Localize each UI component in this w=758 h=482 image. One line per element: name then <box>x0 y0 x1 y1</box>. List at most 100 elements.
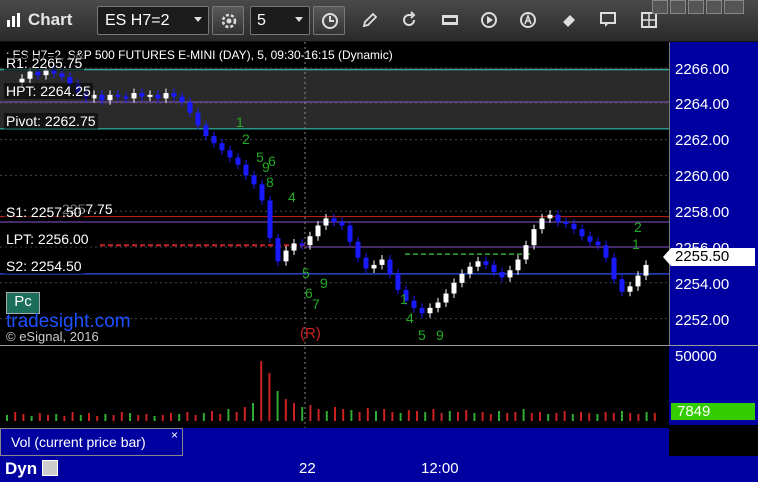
candle-body <box>451 282 457 294</box>
time-tick: 22 <box>299 460 316 477</box>
candle-body <box>595 241 601 246</box>
volume-bar <box>227 409 230 421</box>
volume-bar <box>358 412 361 421</box>
clock-icon <box>322 13 338 29</box>
sequence-marker: 9 <box>436 327 444 343</box>
sequence-marker: 2 <box>634 219 642 235</box>
sequence-marker: 4 <box>288 189 296 205</box>
volume-bar <box>276 391 279 421</box>
dynamic-mode-label[interactable]: Dyn <box>5 459 37 479</box>
symbol-settings-button[interactable] <box>212 6 244 35</box>
volume-bar <box>440 413 443 421</box>
volume-study-legend[interactable]: Vol (current price bar) <box>0 428 183 456</box>
candle-body <box>475 261 481 267</box>
volume-bar <box>391 412 394 421</box>
candle-body <box>315 225 321 237</box>
volume-bar <box>96 416 99 421</box>
volume-bar <box>432 409 435 421</box>
get-icon[interactable] <box>441 11 459 29</box>
candle-body <box>19 78 25 83</box>
candle-body <box>515 259 521 271</box>
volume-bar <box>88 413 90 421</box>
volume-bar <box>178 414 181 421</box>
volume-bar <box>563 411 566 421</box>
volume-bar <box>588 413 591 421</box>
close-window-button[interactable] <box>724 0 744 14</box>
interval-settings-button[interactable] <box>313 6 345 35</box>
candle-body <box>619 279 625 292</box>
tile-window-button[interactable] <box>706 0 722 14</box>
symbol-selector[interactable]: ES H7=2 <box>97 6 209 35</box>
candle-body <box>163 93 169 99</box>
candle-body <box>347 225 353 242</box>
candle-body <box>531 229 537 246</box>
volume-bar <box>194 415 197 421</box>
current-price-tag: 2255.50 <box>663 248 755 266</box>
candle-body <box>27 71 33 79</box>
candle-body <box>411 300 417 308</box>
price-plot[interactable]: 125 69845967 145 921(R) <box>0 42 669 428</box>
volume-bar <box>621 411 623 421</box>
volume-bar <box>186 412 189 421</box>
candle-body <box>427 307 433 314</box>
volume-bar <box>63 416 66 421</box>
volume-bar <box>637 414 640 421</box>
a-icon[interactable] <box>519 11 537 29</box>
volume-bar <box>481 412 484 421</box>
time-axis[interactable] <box>0 456 758 482</box>
candle-body <box>275 238 281 262</box>
lock-icon[interactable] <box>42 460 58 476</box>
volume-bar <box>580 412 582 421</box>
candle-body <box>643 264 649 276</box>
panel-divider[interactable] <box>0 345 669 346</box>
candle-body <box>419 307 425 314</box>
close-icon[interactable]: × <box>171 428 178 442</box>
candle-body <box>307 236 313 246</box>
restore-button[interactable] <box>670 0 686 14</box>
volume-bar <box>252 403 254 421</box>
chevron-down-icon <box>194 17 202 22</box>
volume-bar <box>293 403 295 421</box>
candle-body <box>331 218 337 222</box>
candle-body <box>523 245 529 260</box>
candle-body <box>363 257 369 269</box>
candle-body <box>371 264 377 269</box>
volume-bar <box>22 414 25 421</box>
candle-body <box>507 270 513 278</box>
float-button[interactable] <box>688 0 704 14</box>
copyright-label: © eSignal, 2016 <box>6 329 99 344</box>
volume-bar <box>350 410 353 421</box>
price-tick: 2252.00 <box>675 312 730 329</box>
candle-body <box>139 93 145 97</box>
volume-bar <box>170 413 172 421</box>
comment-icon[interactable] <box>599 11 617 29</box>
volume-bar <box>383 409 386 421</box>
volume-bar <box>317 409 320 421</box>
candle-body <box>435 302 441 308</box>
candle-body <box>251 175 257 185</box>
candle-body <box>635 275 641 287</box>
eraser-icon[interactable] <box>560 11 578 29</box>
volume-legend-strip <box>183 428 669 456</box>
volume-bar <box>596 414 599 421</box>
candle-body <box>107 94 113 101</box>
sequence-marker: 1 <box>400 291 408 307</box>
volume-bar <box>235 412 238 421</box>
time-tick: 12:00 <box>421 460 459 477</box>
play-icon[interactable] <box>480 11 498 29</box>
volume-bar <box>202 413 205 421</box>
candle-body <box>211 136 217 144</box>
candle-body <box>587 236 593 242</box>
volume-bar <box>260 361 263 421</box>
interval-selector[interactable]: 5 <box>250 6 310 35</box>
candle-body <box>499 272 505 278</box>
volume-bar <box>153 416 156 421</box>
candle-body <box>603 245 609 258</box>
minimize-button[interactable] <box>652 0 668 14</box>
volume-legend-label: Vol (current price bar) <box>11 434 146 450</box>
pencil-icon[interactable] <box>361 11 379 29</box>
volume-bar <box>506 413 509 421</box>
volume-bar <box>629 413 632 421</box>
volume-bar <box>571 414 574 421</box>
refresh-icon[interactable] <box>400 11 418 29</box>
